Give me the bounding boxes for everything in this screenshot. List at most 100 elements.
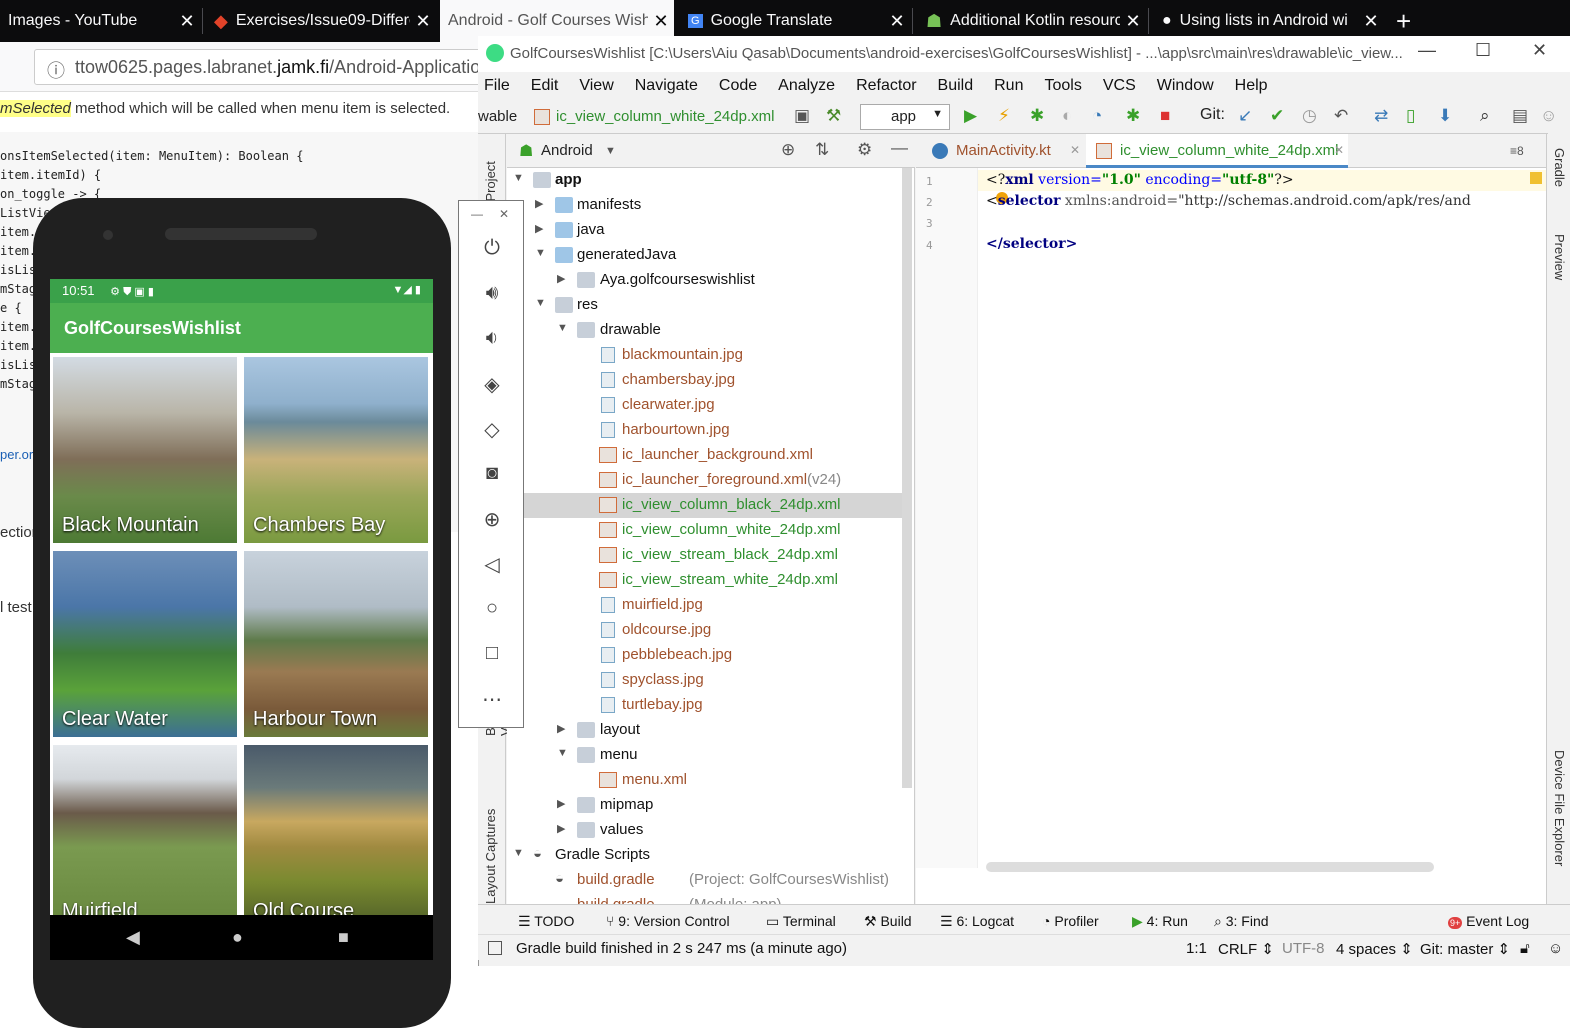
tree-item-drawable[interactable]: ▼ drawable bbox=[507, 318, 907, 343]
tree-item-package[interactable]: ▶ Aya.golfcourseswishlist bbox=[507, 268, 907, 293]
tree-item-menu[interactable]: ▼ menu bbox=[507, 743, 907, 768]
git-branch-select[interactable]: Git: master ⇕ bbox=[1420, 940, 1510, 958]
menu-analyze[interactable]: Analyze bbox=[778, 77, 835, 95]
debug-icon[interactable]: ✱ bbox=[1030, 106, 1044, 126]
git-commit-icon[interactable]: ✔ bbox=[1270, 106, 1284, 126]
close-icon[interactable]: ✕ bbox=[884, 11, 910, 32]
tree-item-file[interactable]: blackmountain.jpg bbox=[507, 343, 907, 368]
breadcrumb-file[interactable]: ic_view_column_white_24dp.xml bbox=[556, 108, 774, 125]
stop-icon[interactable]: ■ bbox=[1160, 106, 1170, 126]
tree-item-file[interactable]: menu.xml bbox=[507, 768, 907, 793]
more-icon[interactable]: ⋯ bbox=[477, 687, 507, 717]
project-structure-icon[interactable]: ▤ bbox=[1512, 106, 1528, 126]
tree-item-java[interactable]: ▶ java bbox=[507, 218, 907, 243]
tree-item-build-gradle[interactable]: ◒ build.gradle (Project: GolfCoursesWish… bbox=[507, 868, 907, 893]
find-tool-button[interactable]: ⌕ 3: Find bbox=[1214, 913, 1269, 930]
gear-icon[interactable]: ⚙ bbox=[857, 140, 872, 160]
zoom-icon[interactable]: ⊕ bbox=[477, 507, 507, 537]
tree-item-file[interactable]: spyclass.jpg bbox=[507, 668, 907, 693]
overview-icon[interactable]: □ bbox=[477, 642, 507, 672]
toggle-tool-windows-icon[interactable] bbox=[488, 941, 502, 955]
avd-manager-icon[interactable]: ▯ bbox=[1406, 106, 1415, 126]
expand-arrow-icon[interactable]: ▼ bbox=[535, 247, 546, 259]
expand-arrow-icon[interactable]: ▼ bbox=[557, 322, 568, 334]
tree-item-layout[interactable]: ▶ layout bbox=[507, 718, 907, 743]
lock-icon[interactable]: 🔓︎ bbox=[1520, 940, 1530, 957]
course-card[interactable]: Chambers Bay bbox=[244, 357, 428, 543]
tree-item-gradle-scripts[interactable]: ▼ ◒ Gradle Scripts bbox=[507, 843, 907, 868]
tree-item-file[interactable]: ic_view_stream_black_24dp.xml bbox=[507, 543, 907, 568]
collapse-icon[interactable]: ⇅ bbox=[815, 140, 829, 160]
expand-arrow-icon[interactable]: ▼ bbox=[557, 747, 568, 759]
url-bar[interactable]: ⓘ ttow0625.pages.labranet.jamk.fi/Androi… bbox=[34, 49, 484, 85]
search-icon[interactable]: ⌕ bbox=[1480, 106, 1490, 126]
browser-tab-youtube[interactable]: Images - YouTube ✕ bbox=[0, 0, 200, 42]
minimize-icon[interactable]: — bbox=[471, 207, 483, 221]
rotate-left-icon[interactable]: ◈ bbox=[477, 372, 507, 402]
terminal-tool-button[interactable]: ▭ Terminal bbox=[766, 913, 836, 930]
menu-navigate[interactable]: Navigate bbox=[635, 77, 698, 95]
menu-code[interactable]: Code bbox=[719, 77, 757, 95]
apply-changes-icon[interactable]: ⚡ bbox=[998, 106, 1010, 126]
build-tool-button[interactable]: ⚒ Build bbox=[864, 913, 912, 930]
tree-item-values[interactable]: ▶ values bbox=[507, 818, 907, 843]
home-icon[interactable]: ○ bbox=[477, 597, 507, 627]
tab-overflow-button[interactable]: ≡8 bbox=[1510, 144, 1524, 158]
gradle-tool-tab[interactable]: Gradle bbox=[1552, 148, 1567, 208]
close-icon[interactable]: ✕ bbox=[174, 11, 200, 32]
chevron-down-icon[interactable]: ▼ bbox=[605, 145, 616, 157]
tree-item-res[interactable]: ▼ res bbox=[507, 293, 907, 318]
back-icon[interactable]: ◁ bbox=[477, 552, 507, 582]
link-text[interactable]: per.or bbox=[0, 447, 33, 462]
tree-item-file[interactable]: turtlebay.jpg bbox=[507, 693, 907, 718]
attach-debugger-icon[interactable]: ✱ bbox=[1126, 106, 1140, 126]
menu-refactor[interactable]: Refactor bbox=[856, 77, 916, 95]
menu-window[interactable]: Window bbox=[1157, 77, 1214, 95]
minimize-icon[interactable]: — bbox=[1418, 40, 1436, 61]
menu-run[interactable]: Run bbox=[994, 77, 1023, 95]
tree-item-file[interactable]: clearwater.jpg bbox=[507, 393, 907, 418]
caret-position[interactable]: 1:1 bbox=[1186, 940, 1207, 957]
volume-down-icon[interactable]: 🔉︎ bbox=[477, 327, 507, 357]
collapse-arrow-icon[interactable]: ▶ bbox=[557, 822, 565, 835]
menu-edit[interactable]: Edit bbox=[531, 77, 559, 95]
menu-view[interactable]: View bbox=[579, 77, 613, 95]
course-card[interactable]: Black Mountain bbox=[53, 357, 237, 543]
tree-item-file[interactable]: chambersbay.jpg bbox=[507, 368, 907, 393]
collapse-arrow-icon[interactable]: ▶ bbox=[557, 797, 565, 810]
home-icon[interactable]: ● bbox=[232, 927, 243, 948]
todo-tool-button[interactable]: ☰ TODO bbox=[518, 913, 574, 930]
attach-icon[interactable]: ◐ bbox=[1062, 106, 1072, 126]
tab-ic-view-column-white[interactable]: ic_view_column_white_24dp.xml ✕ bbox=[1086, 134, 1348, 168]
tree-item-generatedjava[interactable]: ▼ generatedJava bbox=[507, 243, 907, 268]
user-icon[interactable]: ☺ bbox=[1540, 106, 1557, 126]
course-card[interactable]: Clear Water bbox=[53, 551, 237, 737]
expand-arrow-icon[interactable]: ▼ bbox=[513, 847, 524, 859]
close-icon[interactable]: ✕ bbox=[1070, 143, 1080, 157]
menu-help[interactable]: Help bbox=[1235, 77, 1268, 95]
layout-icon[interactable]: ▣ bbox=[794, 106, 810, 126]
tree-item-file[interactable]: ic_launcher_foreground.xml (v24) bbox=[507, 468, 907, 493]
run-config-select[interactable]: app ▼ bbox=[860, 104, 950, 130]
tree-item-file[interactable]: oldcourse.jpg bbox=[507, 618, 907, 643]
back-icon[interactable]: ◀ bbox=[126, 927, 140, 948]
collapse-arrow-icon[interactable]: ▶ bbox=[557, 722, 565, 735]
tree-item-manifests[interactable]: ▶ manifests bbox=[507, 193, 907, 218]
encoding-select[interactable]: UTF-8 bbox=[1282, 940, 1325, 957]
line-separator-select[interactable]: CRLF ⇕ bbox=[1218, 940, 1274, 958]
hide-icon[interactable]: — bbox=[891, 138, 908, 158]
volume-up-icon[interactable]: 🔊︎ bbox=[477, 282, 507, 312]
version-control-tool-button[interactable]: ⑂ 9: Version Control bbox=[606, 913, 730, 929]
history-icon[interactable]: ◷ bbox=[1302, 106, 1317, 126]
profile-icon[interactable]: ◔ bbox=[1092, 106, 1102, 126]
close-icon[interactable]: ✕ bbox=[410, 11, 436, 32]
revert-icon[interactable]: ↶ bbox=[1334, 106, 1348, 126]
layout-captures-tool-tab[interactable]: Layout Captures bbox=[483, 794, 498, 904]
sync-icon[interactable]: ⇄ bbox=[1374, 106, 1388, 126]
course-card[interactable]: Muirfield bbox=[53, 745, 237, 915]
tree-item-app[interactable]: ▼ app bbox=[507, 168, 907, 193]
expand-arrow-icon[interactable]: ▼ bbox=[535, 297, 546, 309]
close-window-icon[interactable]: ✕ bbox=[1532, 40, 1547, 61]
rotate-right-icon[interactable]: ◇ bbox=[477, 417, 507, 447]
close-icon[interactable]: ✕ bbox=[1358, 11, 1384, 32]
